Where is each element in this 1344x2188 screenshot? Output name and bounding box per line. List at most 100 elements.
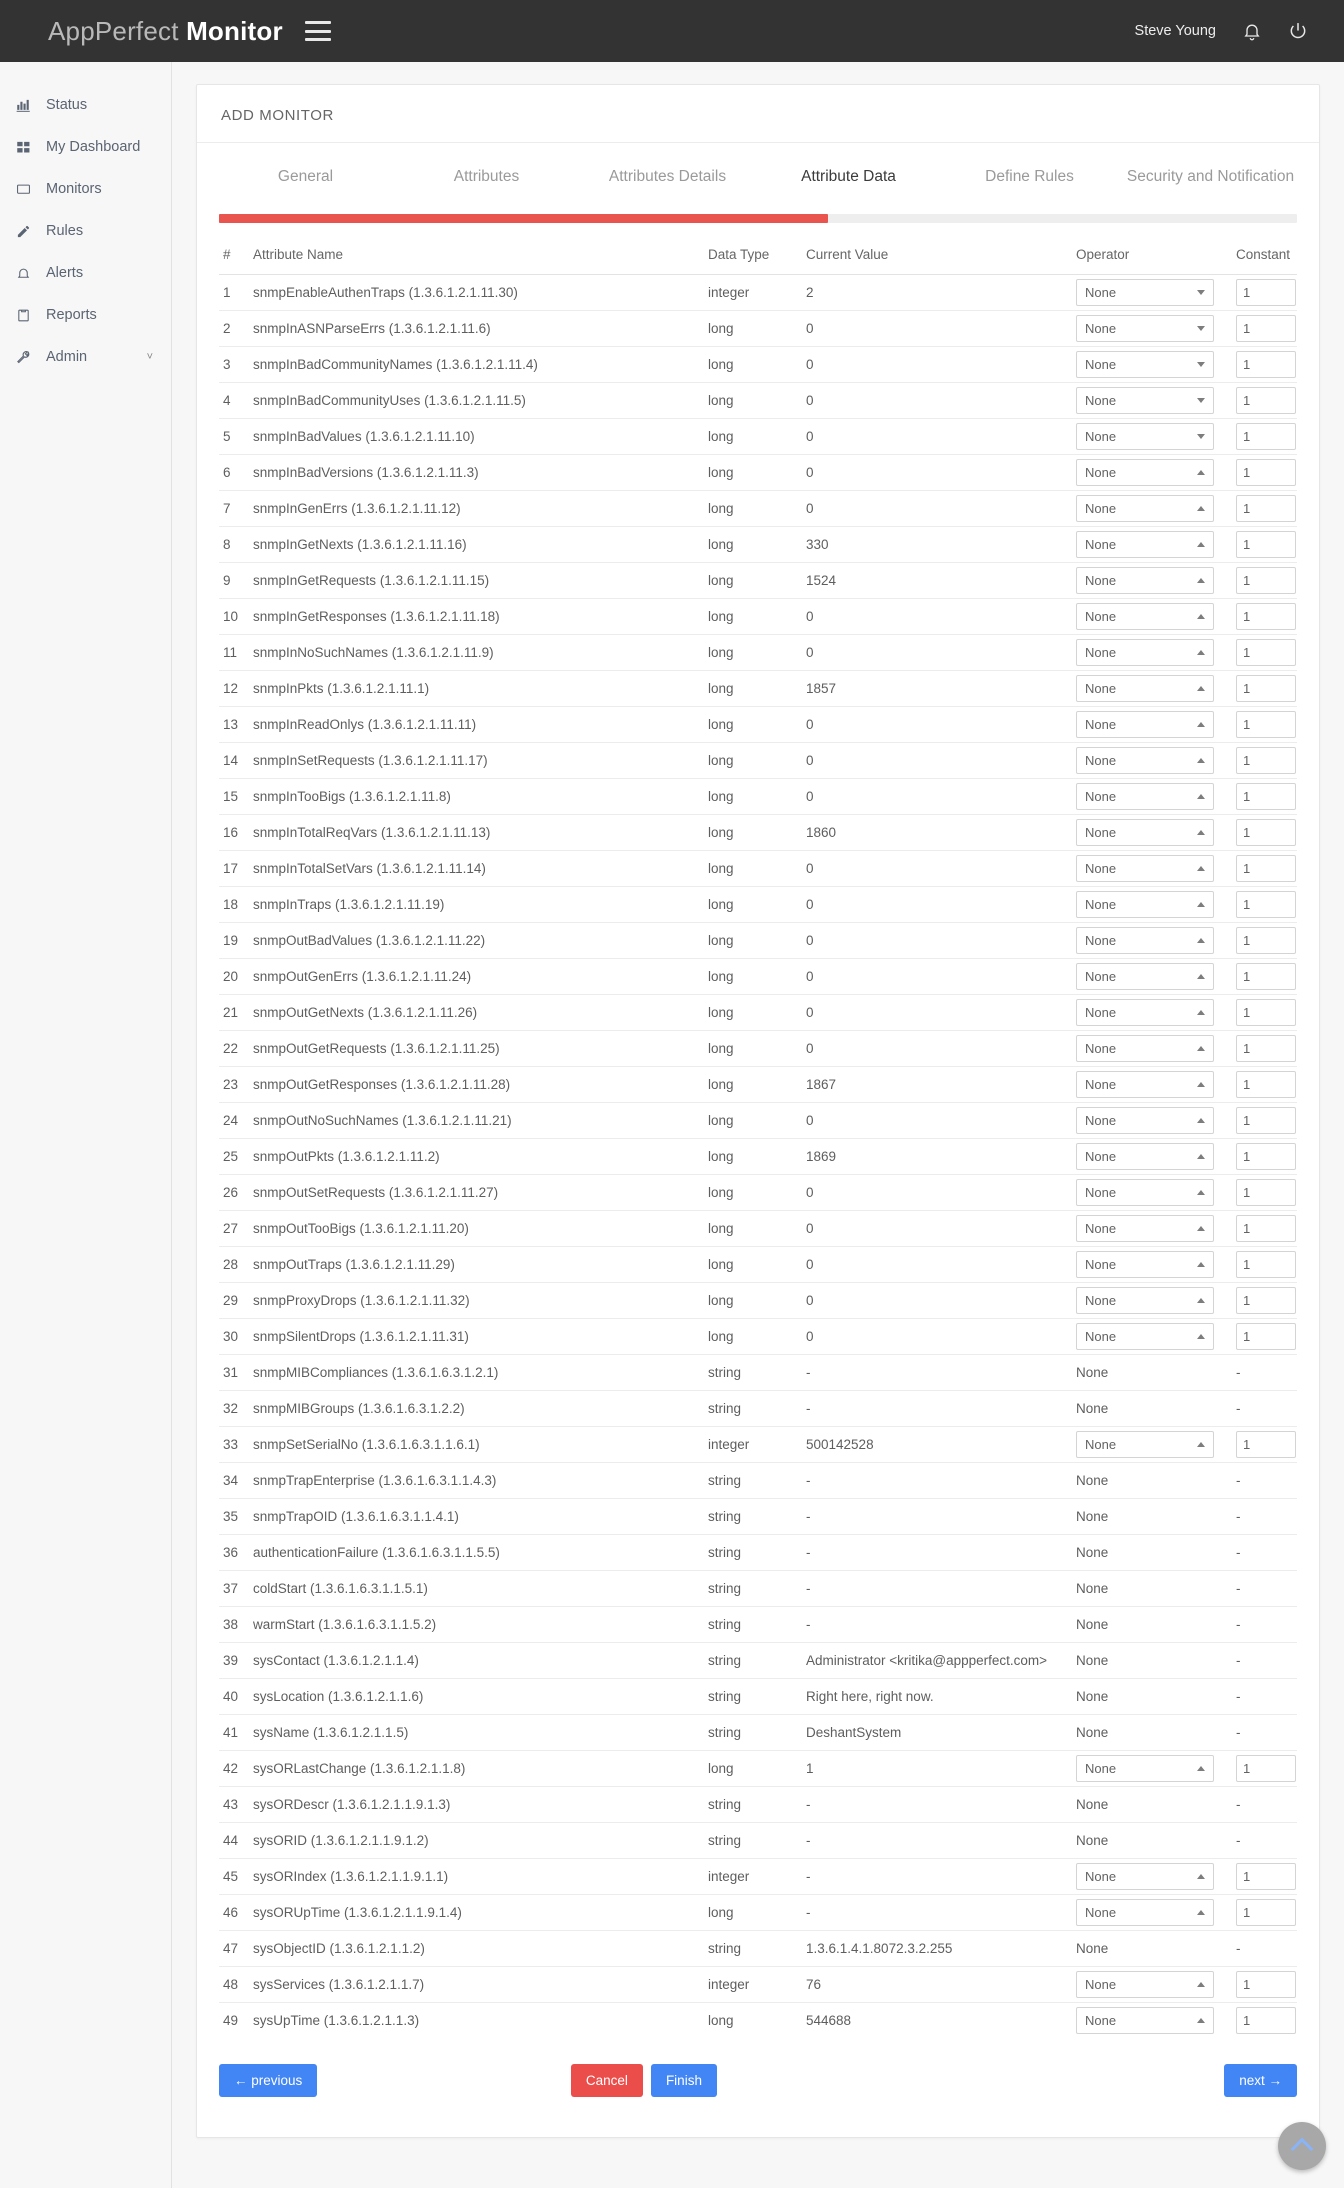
- power-icon[interactable]: [1288, 21, 1308, 41]
- sidebar-item-status[interactable]: Status: [0, 84, 171, 126]
- sidebar-item-monitors[interactable]: Monitors: [0, 168, 171, 210]
- constant-input[interactable]: [1236, 2007, 1296, 2035]
- constant-input[interactable]: [1236, 710, 1296, 738]
- operator-select[interactable]: None: [1076, 1970, 1214, 1998]
- constant-input[interactable]: [1236, 386, 1296, 414]
- operator-select[interactable]: None: [1076, 1106, 1214, 1134]
- operator-select[interactable]: None: [1076, 566, 1214, 594]
- operator-select[interactable]: None: [1076, 1070, 1214, 1098]
- operator-select[interactable]: None: [1076, 1250, 1214, 1278]
- operator-select[interactable]: None: [1076, 1754, 1214, 1782]
- sidebar-item-alerts[interactable]: Alerts: [0, 252, 171, 294]
- operator-select[interactable]: None: [1076, 890, 1214, 918]
- operator-select[interactable]: None: [1076, 278, 1214, 306]
- constant-input[interactable]: [1236, 1322, 1296, 1350]
- finish-button[interactable]: Finish: [650, 2064, 717, 2098]
- operator-select[interactable]: None: [1076, 494, 1214, 522]
- bell-icon[interactable]: [1242, 21, 1262, 41]
- cell-operator: None: [1076, 921, 1236, 959]
- operator-select[interactable]: None: [1076, 1286, 1214, 1314]
- operator-select[interactable]: None: [1076, 854, 1214, 882]
- constant-input[interactable]: [1236, 1970, 1296, 1998]
- operator-select[interactable]: None: [1076, 674, 1214, 702]
- user-name[interactable]: Steve Young: [1135, 23, 1216, 39]
- constant-input[interactable]: [1236, 854, 1296, 882]
- operator-select[interactable]: None: [1076, 314, 1214, 342]
- operator-select[interactable]: None: [1076, 1214, 1214, 1242]
- chevron-up-icon: [1197, 1189, 1205, 1195]
- constant-input[interactable]: [1236, 314, 1296, 342]
- constant-input[interactable]: [1236, 962, 1296, 990]
- tab-attributes-details[interactable]: Attributes Details: [577, 167, 758, 188]
- operator-select[interactable]: None: [1076, 1862, 1214, 1890]
- cell-attribute-name: snmpOutGetRequests (1.3.6.1.2.1.11.25): [253, 1029, 708, 1067]
- scroll-to-top-button[interactable]: [1278, 2122, 1326, 2170]
- constant-input[interactable]: [1236, 1178, 1296, 1206]
- constant-input[interactable]: [1236, 1214, 1296, 1242]
- constant-input[interactable]: [1236, 746, 1296, 774]
- sidebar-item-reports[interactable]: Reports: [0, 294, 171, 336]
- operator-select[interactable]: None: [1076, 746, 1214, 774]
- constant-input[interactable]: [1236, 1142, 1296, 1170]
- operator-select[interactable]: None: [1076, 2007, 1214, 2035]
- operator-select[interactable]: None: [1076, 1322, 1214, 1350]
- constant-input[interactable]: [1236, 1250, 1296, 1278]
- tab-attributes[interactable]: Attributes: [396, 167, 577, 188]
- operator-select[interactable]: None: [1076, 1178, 1214, 1206]
- constant-input[interactable]: [1236, 1286, 1296, 1314]
- chevron-up-icon: [1197, 469, 1205, 475]
- constant-input[interactable]: [1236, 422, 1296, 450]
- constant-input[interactable]: [1236, 674, 1296, 702]
- operator-select[interactable]: None: [1076, 782, 1214, 810]
- tab-security-and-notification[interactable]: Security and Notification: [1120, 167, 1301, 188]
- operator-select[interactable]: None: [1076, 962, 1214, 990]
- sidebar-item-rules[interactable]: Rules: [0, 210, 171, 252]
- operator-select[interactable]: None: [1076, 386, 1214, 414]
- constant-input[interactable]: [1236, 818, 1296, 846]
- operator-select[interactable]: None: [1076, 710, 1214, 738]
- constant-input[interactable]: [1236, 530, 1296, 558]
- sidebar-item-admin[interactable]: Admin ˅: [0, 336, 171, 378]
- constant-input[interactable]: [1236, 638, 1296, 666]
- constant-input[interactable]: [1236, 1034, 1296, 1062]
- operator-select[interactable]: None: [1076, 1898, 1214, 1926]
- constant-input[interactable]: [1236, 1070, 1296, 1098]
- constant-input[interactable]: [1236, 1430, 1296, 1458]
- constant-input[interactable]: [1236, 782, 1296, 810]
- operator-select[interactable]: None: [1076, 1034, 1214, 1062]
- previous-button[interactable]: ← previous: [219, 2064, 318, 2098]
- constant-input[interactable]: [1236, 278, 1296, 306]
- cell-current-value: 0: [806, 381, 1076, 419]
- tab-general[interactable]: General: [215, 167, 396, 188]
- sidebar-item-my-dashboard[interactable]: My Dashboard: [0, 126, 171, 168]
- constant-input[interactable]: [1236, 458, 1296, 486]
- constant-input[interactable]: [1236, 602, 1296, 630]
- cancel-button[interactable]: Cancel: [570, 2064, 643, 2098]
- operator-select[interactable]: None: [1076, 926, 1214, 954]
- constant-input[interactable]: [1236, 1898, 1296, 1926]
- constant-input[interactable]: [1236, 494, 1296, 522]
- constant-input[interactable]: [1236, 926, 1296, 954]
- chevron-down-icon[interactable]: ˅: [147, 351, 153, 363]
- operator-select[interactable]: None: [1076, 350, 1214, 378]
- constant-input[interactable]: [1236, 998, 1296, 1026]
- operator-select[interactable]: None: [1076, 1430, 1214, 1458]
- constant-input[interactable]: [1236, 566, 1296, 594]
- operator-select[interactable]: None: [1076, 1142, 1214, 1170]
- tab-define-rules[interactable]: Define Rules: [939, 167, 1120, 188]
- constant-input[interactable]: [1236, 1106, 1296, 1134]
- operator-select[interactable]: None: [1076, 998, 1214, 1026]
- hamburger-icon[interactable]: [304, 21, 331, 41]
- constant-input[interactable]: [1236, 1754, 1296, 1782]
- constant-input[interactable]: [1236, 1862, 1296, 1890]
- operator-select[interactable]: None: [1076, 422, 1214, 450]
- constant-input[interactable]: [1236, 350, 1296, 378]
- tab-attribute-data[interactable]: Attribute Data: [758, 167, 939, 188]
- operator-select[interactable]: None: [1076, 602, 1214, 630]
- operator-select[interactable]: None: [1076, 818, 1214, 846]
- operator-select[interactable]: None: [1076, 458, 1214, 486]
- operator-select[interactable]: None: [1076, 530, 1214, 558]
- operator-select[interactable]: None: [1076, 638, 1214, 666]
- next-button[interactable]: next →: [1224, 2064, 1297, 2098]
- constant-input[interactable]: [1236, 890, 1296, 918]
